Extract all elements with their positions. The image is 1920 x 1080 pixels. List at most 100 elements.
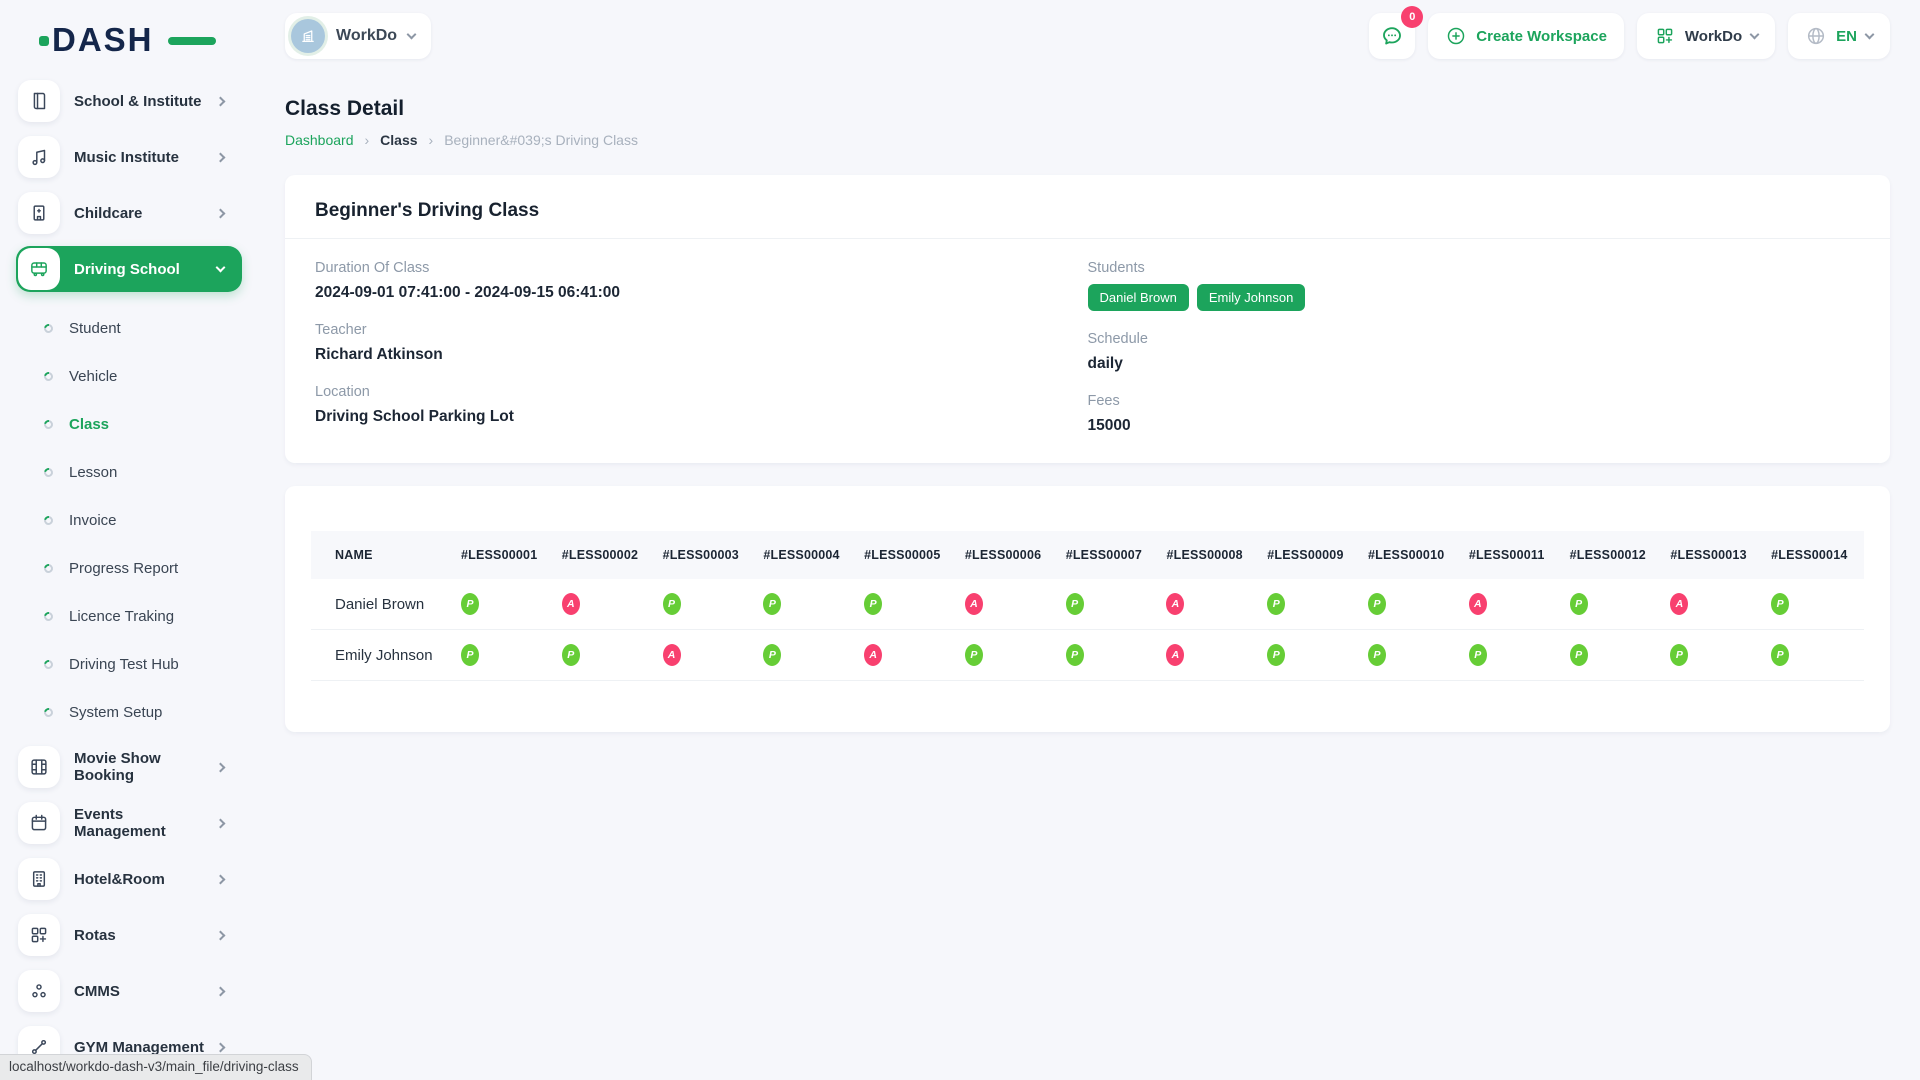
sidebar-subitem-label: Student bbox=[69, 320, 121, 337]
sidebar-subitem-system-setup[interactable]: System Setup bbox=[16, 688, 262, 736]
column-header-less00002: #LESS00002 bbox=[554, 531, 655, 579]
attendance-cell: P bbox=[755, 579, 856, 630]
create-workspace-label: Create Workspace bbox=[1476, 28, 1607, 45]
bullet-icon bbox=[42, 370, 55, 383]
sidebar-subitem-label: Driving Test Hub bbox=[69, 656, 179, 673]
sidebar-subitem-licence-traking[interactable]: Licence Traking bbox=[16, 592, 262, 640]
sidebar-subitem-invoice[interactable]: Invoice bbox=[16, 496, 262, 544]
attendance-cell: A bbox=[1158, 579, 1259, 630]
sidebar-item-events-management[interactable]: Events Management bbox=[16, 800, 242, 846]
logo-green-bar-icon bbox=[168, 37, 216, 45]
table-row-emily-johnson: Emily JohnsonPPAPAPPAPPPPPP bbox=[311, 630, 1864, 681]
sidebar-item-cmms[interactable]: CMMS bbox=[16, 968, 242, 1014]
column-header-less00006: #LESS00006 bbox=[957, 531, 1058, 579]
chevron-right-icon bbox=[216, 818, 226, 828]
field-value: Driving School Parking Lot bbox=[315, 408, 1088, 426]
present-badge: P bbox=[1368, 593, 1386, 615]
attendance-cell: P bbox=[1763, 630, 1864, 681]
sidebar-item-driving-school[interactable]: Driving School bbox=[16, 246, 242, 292]
column-header-less00008: #LESS00008 bbox=[1158, 531, 1259, 579]
column-header-less00003: #LESS00003 bbox=[655, 531, 756, 579]
absent-badge: A bbox=[1166, 644, 1184, 666]
bullet-icon bbox=[42, 322, 55, 335]
sidebar-subitem-driving-test-hub[interactable]: Driving Test Hub bbox=[16, 640, 262, 688]
absent-badge: A bbox=[1469, 593, 1487, 615]
present-badge: P bbox=[1570, 593, 1588, 615]
divider bbox=[285, 238, 1890, 239]
column-header-less00011: #LESS00011 bbox=[1461, 531, 1562, 579]
field-label: Schedule bbox=[1088, 331, 1861, 347]
workspace-selector[interactable]: WorkDo bbox=[285, 13, 431, 59]
sidebar-item-label: Driving School bbox=[74, 261, 217, 278]
sidebar-item-label: Rotas bbox=[74, 927, 217, 944]
field-label: Duration Of Class bbox=[315, 260, 1088, 276]
sidebar-subitem-student[interactable]: Student bbox=[16, 304, 262, 352]
messages-button[interactable]: 0 bbox=[1369, 13, 1415, 59]
sidebar-subitem-vehicle[interactable]: Vehicle bbox=[16, 352, 262, 400]
chevron-right-icon bbox=[216, 96, 226, 106]
language-selector[interactable]: EN bbox=[1788, 13, 1890, 59]
bullet-icon bbox=[42, 610, 55, 623]
workdo-menu-button[interactable]: WorkDo bbox=[1637, 13, 1775, 59]
attendance-cell: P bbox=[1562, 579, 1663, 630]
sidebar-subitem-label: Progress Report bbox=[69, 560, 178, 577]
sidebar-item-label: School & Institute bbox=[74, 93, 217, 110]
breadcrumb-separator-icon: › bbox=[429, 132, 434, 148]
sidebar-subitem-progress-report[interactable]: Progress Report bbox=[16, 544, 262, 592]
attendance-cell: P bbox=[1763, 579, 1864, 630]
class-detail-left-column: Duration Of Class2024-09-01 07:41:00 - 2… bbox=[315, 260, 1088, 455]
sidebar: DASH School & Institute Music Institute Ch… bbox=[0, 0, 262, 1080]
bus-icon bbox=[18, 248, 60, 290]
present-badge: P bbox=[763, 593, 781, 615]
field-value: 15000 bbox=[1088, 417, 1861, 435]
field-fees: Fees15000 bbox=[1088, 393, 1861, 435]
attendance-cell: P bbox=[453, 579, 554, 630]
sidebar-item-rotas[interactable]: Rotas bbox=[16, 912, 242, 958]
present-badge: P bbox=[461, 644, 479, 666]
childcare-icon bbox=[18, 192, 60, 234]
absent-badge: A bbox=[864, 644, 882, 666]
attendance-card: NAME#LESS00001#LESS00002#LESS00003#LESS0… bbox=[285, 486, 1890, 732]
sidebar-subitem-lesson[interactable]: Lesson bbox=[16, 448, 262, 496]
sidebar-item-music-institute[interactable]: Music Institute bbox=[16, 134, 242, 180]
sidebar-subitem-label: System Setup bbox=[69, 704, 162, 721]
sidebar-item-label: Childcare bbox=[74, 205, 217, 222]
sidebar-subitem-class[interactable]: Class bbox=[16, 400, 262, 448]
sidebar-subitem-label: Class bbox=[69, 416, 109, 433]
sidebar-item-school-institute[interactable]: School & Institute bbox=[16, 78, 242, 124]
language-label: EN bbox=[1836, 28, 1857, 45]
present-badge: P bbox=[1066, 644, 1084, 666]
present-badge: P bbox=[1368, 644, 1386, 666]
sidebar-item-hotel-room[interactable]: Hotel&Room bbox=[16, 856, 242, 902]
sidebar-subitem-label: Vehicle bbox=[69, 368, 117, 385]
field-schedule: Schedule daily bbox=[1088, 331, 1861, 373]
breadcrumb-item-dashboard[interactable]: Dashboard bbox=[285, 132, 354, 148]
chevron-down-icon bbox=[1865, 29, 1875, 39]
sidebar-subitem-label: Licence Traking bbox=[69, 608, 174, 625]
logo[interactable]: DASH bbox=[52, 18, 202, 62]
bullet-icon bbox=[42, 706, 55, 719]
calendar-icon bbox=[18, 802, 60, 844]
column-header-less00012: #LESS00012 bbox=[1562, 531, 1663, 579]
field-label: Teacher bbox=[315, 322, 1088, 338]
sidebar-item-label: Events Management bbox=[74, 806, 217, 840]
field-students: StudentsDaniel BrownEmily Johnson bbox=[1088, 260, 1861, 311]
present-badge: P bbox=[965, 644, 983, 666]
attendance-cell: P bbox=[1058, 579, 1159, 630]
absent-badge: A bbox=[562, 593, 580, 615]
globe-icon bbox=[1805, 25, 1827, 47]
field-value: daily bbox=[1088, 355, 1861, 373]
sidebar-item-childcare[interactable]: Childcare bbox=[16, 190, 242, 236]
attendance-cell: A bbox=[1158, 630, 1259, 681]
present-badge: P bbox=[1469, 644, 1487, 666]
breadcrumb-item-beginner-039-s-driving-class: Beginner&#039;s Driving Class bbox=[444, 132, 638, 148]
attendance-cell: P bbox=[1058, 630, 1159, 681]
chevron-right-icon bbox=[216, 208, 226, 218]
column-header-less00007: #LESS00007 bbox=[1058, 531, 1159, 579]
messages-count-badge: 0 bbox=[1401, 6, 1423, 28]
create-workspace-button[interactable]: Create Workspace bbox=[1428, 13, 1624, 59]
sidebar-item-movie-show-booking[interactable]: Movie Show Booking bbox=[16, 744, 242, 790]
breadcrumb-item-class[interactable]: Class bbox=[380, 132, 417, 148]
chevron-right-icon bbox=[216, 930, 226, 940]
present-badge: P bbox=[1267, 593, 1285, 615]
